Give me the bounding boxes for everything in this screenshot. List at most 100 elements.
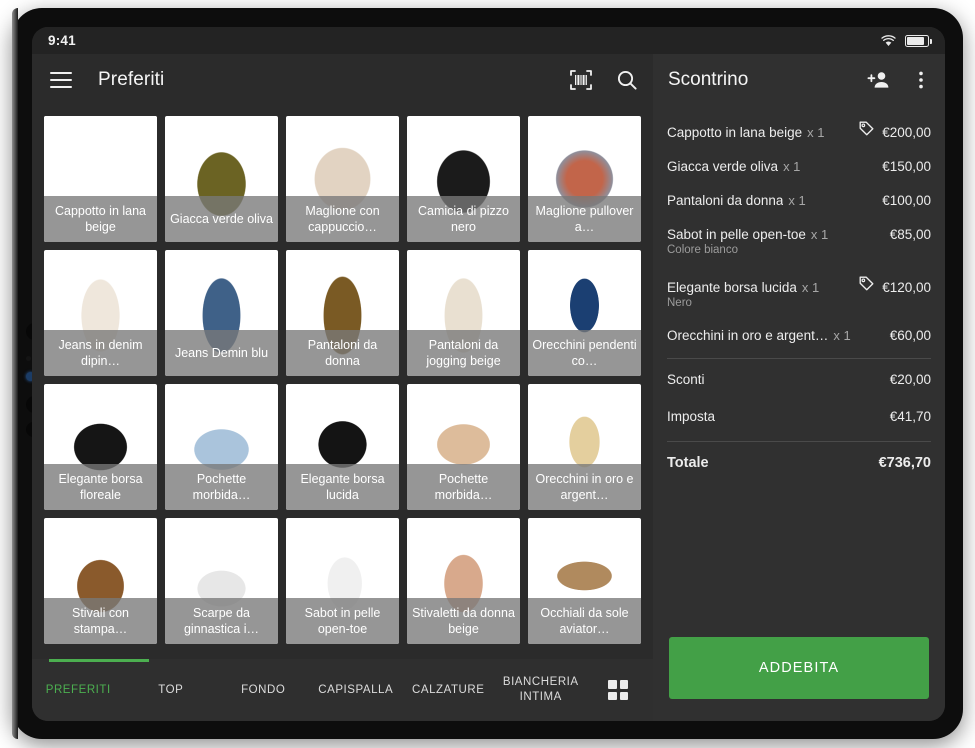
category-tab-list: PREFERITITOPFONDOCAPISPALLACALZATUREBIAN… <box>32 659 587 721</box>
receipt-item-name: Pantaloni da donna <box>667 193 783 208</box>
receipt-line-row: Orecchini in oro e argent…x 1€60,00 <box>667 328 931 343</box>
product-card[interactable]: Elegante borsa floreale <box>44 384 157 510</box>
product-card[interactable]: Stivali con stampa… <box>44 518 157 644</box>
receipt-item-price: €85,00 <box>890 227 931 242</box>
receipt-item-price: €100,00 <box>882 193 931 208</box>
receipt-item-quantity: x 1 <box>802 280 819 295</box>
receipt-line-row: Cappotto in lana beigex 1€200,00 <box>667 120 931 140</box>
receipt-line-item[interactable]: Cappotto in lana beigex 1€200,00 <box>667 110 931 149</box>
product-card[interactable]: Jeans in denim dipin… <box>44 250 157 376</box>
battery-icon <box>905 35 929 47</box>
receipt-line-row: Pantaloni da donnax 1€100,00 <box>667 193 931 208</box>
receipt-total-divider <box>667 441 931 442</box>
receipt-item-price: €200,00 <box>882 125 931 140</box>
product-card[interactable]: Stivaletti da donna beige <box>407 518 520 644</box>
receipt-line-item[interactable]: Sabot in pelle open-toex 1€85,00Colore b… <box>667 217 931 265</box>
charge-button[interactable]: ADDEBITA <box>669 637 929 699</box>
discount-tag-indicator <box>858 120 875 137</box>
receipt-line-item[interactable]: Giacca verde olivax 1€150,00 <box>667 149 931 183</box>
grid-view-icon[interactable] <box>587 659 649 721</box>
category-tab-fondo[interactable]: FONDO <box>217 659 310 721</box>
product-card[interactable]: Jeans Demin blu <box>165 250 278 376</box>
receipt-summary-value: €20,00 <box>890 372 931 387</box>
receipt-line-item[interactable]: Orecchini in oro e argent…x 1€60,00 <box>667 318 931 352</box>
product-label: Pantaloni da jogging beige <box>407 330 520 376</box>
receipt-item-name: Elegante borsa lucida <box>667 280 797 295</box>
catalog-app-bar-actions <box>569 68 639 92</box>
category-tab-biancheria-intima[interactable]: BIANCHERIA INTIMA <box>495 659 588 721</box>
receipt-summary-value: €41,70 <box>890 409 931 424</box>
receipt-item-name: Giacca verde oliva <box>667 159 778 174</box>
barcode-scan-icon[interactable] <box>569 68 593 92</box>
product-label: Jeans in denim dipin… <box>44 330 157 376</box>
price-tag-icon <box>858 120 875 137</box>
product-grid-scroll-area[interactable]: Cappotto in lana beigeGiacca verde oliva… <box>32 106 653 659</box>
product-card[interactable]: Giacca verde oliva <box>165 116 278 242</box>
product-card[interactable]: Occhiali da sole aviator… <box>528 518 641 644</box>
status-bar-icons <box>881 35 929 47</box>
product-card[interactable]: Maglione con cappuccio… <box>286 116 399 242</box>
product-grid: Cappotto in lana beigeGiacca verde oliva… <box>44 116 641 644</box>
microphone-hole <box>26 356 31 361</box>
catalog-panel: Preferiti <box>32 54 653 721</box>
receipt-item-quantity: x 1 <box>833 328 850 343</box>
category-tab-preferiti[interactable]: PREFERITI <box>32 659 125 721</box>
receipt-panel: Scontrino Cappotto <box>653 54 945 721</box>
receipt-summary-row[interactable]: Imposta €41,70 <box>667 398 931 435</box>
receipt-items-divider <box>667 358 931 359</box>
price-tag-icon <box>858 275 875 292</box>
product-label: Cappotto in lana beige <box>44 196 157 242</box>
receipt-summary-row[interactable]: Sconti€20,00 <box>667 361 931 398</box>
search-icon[interactable] <box>615 68 639 92</box>
category-tab-calzature[interactable]: CALZATURE <box>402 659 495 721</box>
receipt-line-item[interactable]: Elegante borsa lucidax 1€120,00Nero <box>667 265 931 318</box>
product-card[interactable]: Orecchini in oro e argent… <box>528 384 641 510</box>
more-vertical-icon[interactable] <box>911 68 931 92</box>
product-label: Sabot in pelle open-toe <box>286 598 399 644</box>
receipt-title: Scontrino <box>668 69 748 91</box>
receipt-item-quantity: x 1 <box>811 227 828 242</box>
receipt-line-row: Giacca verde olivax 1€150,00 <box>667 159 931 174</box>
receipt-item-name: Cappotto in lana beige <box>667 125 802 140</box>
product-card[interactable]: Maglione pullover a… <box>528 116 641 242</box>
receipt-item-name: Orecchini in oro e argent… <box>667 328 828 343</box>
product-label: Maglione pullover a… <box>528 196 641 242</box>
product-card[interactable]: Elegante borsa lucida <box>286 384 399 510</box>
receipt-total-value: €736,70 <box>879 455 931 471</box>
wifi-icon <box>881 35 896 47</box>
product-label: Orecchini in oro e argent… <box>528 464 641 510</box>
status-bar: 9:41 <box>32 27 945 54</box>
receipt-footer: ADDEBITA <box>653 637 945 721</box>
category-tab-top[interactable]: TOP <box>125 659 218 721</box>
product-card[interactable]: Pochette morbida… <box>165 384 278 510</box>
product-label: Stivaletti da donna beige <box>407 598 520 644</box>
product-label: Stivali con stampa… <box>44 598 157 644</box>
product-label: Pochette morbida… <box>165 464 278 510</box>
receipt-item-price: €150,00 <box>882 159 931 174</box>
receipt-item-price: €120,00 <box>882 280 931 295</box>
tablet-device-frame: 9:41 Preferiti <box>12 8 963 739</box>
product-card[interactable]: Pantaloni da jogging beige <box>407 250 520 376</box>
discount-tag-indicator <box>858 275 875 292</box>
main-content-area: Preferiti <box>32 54 945 721</box>
category-tab-capispalla[interactable]: CAPISPALLA <box>310 659 403 721</box>
product-card[interactable]: Scarpe da ginnastica i… <box>165 518 278 644</box>
product-card[interactable]: Camicia di pizzo nero <box>407 116 520 242</box>
receipt-summary-label: Imposta <box>667 409 715 424</box>
product-card[interactable]: Cappotto in lana beige <box>44 116 157 242</box>
product-label: Pantaloni da donna <box>286 330 399 376</box>
product-card[interactable]: Orecchini pendenti co… <box>528 250 641 376</box>
product-card[interactable]: Pantaloni da donna <box>286 250 399 376</box>
receipt-line-item[interactable]: Pantaloni da donnax 1€100,00 <box>667 183 931 217</box>
product-label: Pochette morbida… <box>407 464 520 510</box>
product-card[interactable]: Sabot in pelle open-toe <box>286 518 399 644</box>
page-title: Preferiti <box>98 69 164 91</box>
hamburger-menu-icon[interactable] <box>50 72 72 88</box>
product-card[interactable]: Pochette morbida… <box>407 384 520 510</box>
product-label: Jeans Demin blu <box>165 330 278 376</box>
receipt-line-items[interactable]: Cappotto in lana beigex 1€200,00Giacca v… <box>653 106 945 637</box>
add-person-icon[interactable] <box>867 68 891 92</box>
active-tab-indicator <box>49 659 149 662</box>
device-left-bezel <box>12 8 18 739</box>
product-label: Occhiali da sole aviator… <box>528 598 641 644</box>
